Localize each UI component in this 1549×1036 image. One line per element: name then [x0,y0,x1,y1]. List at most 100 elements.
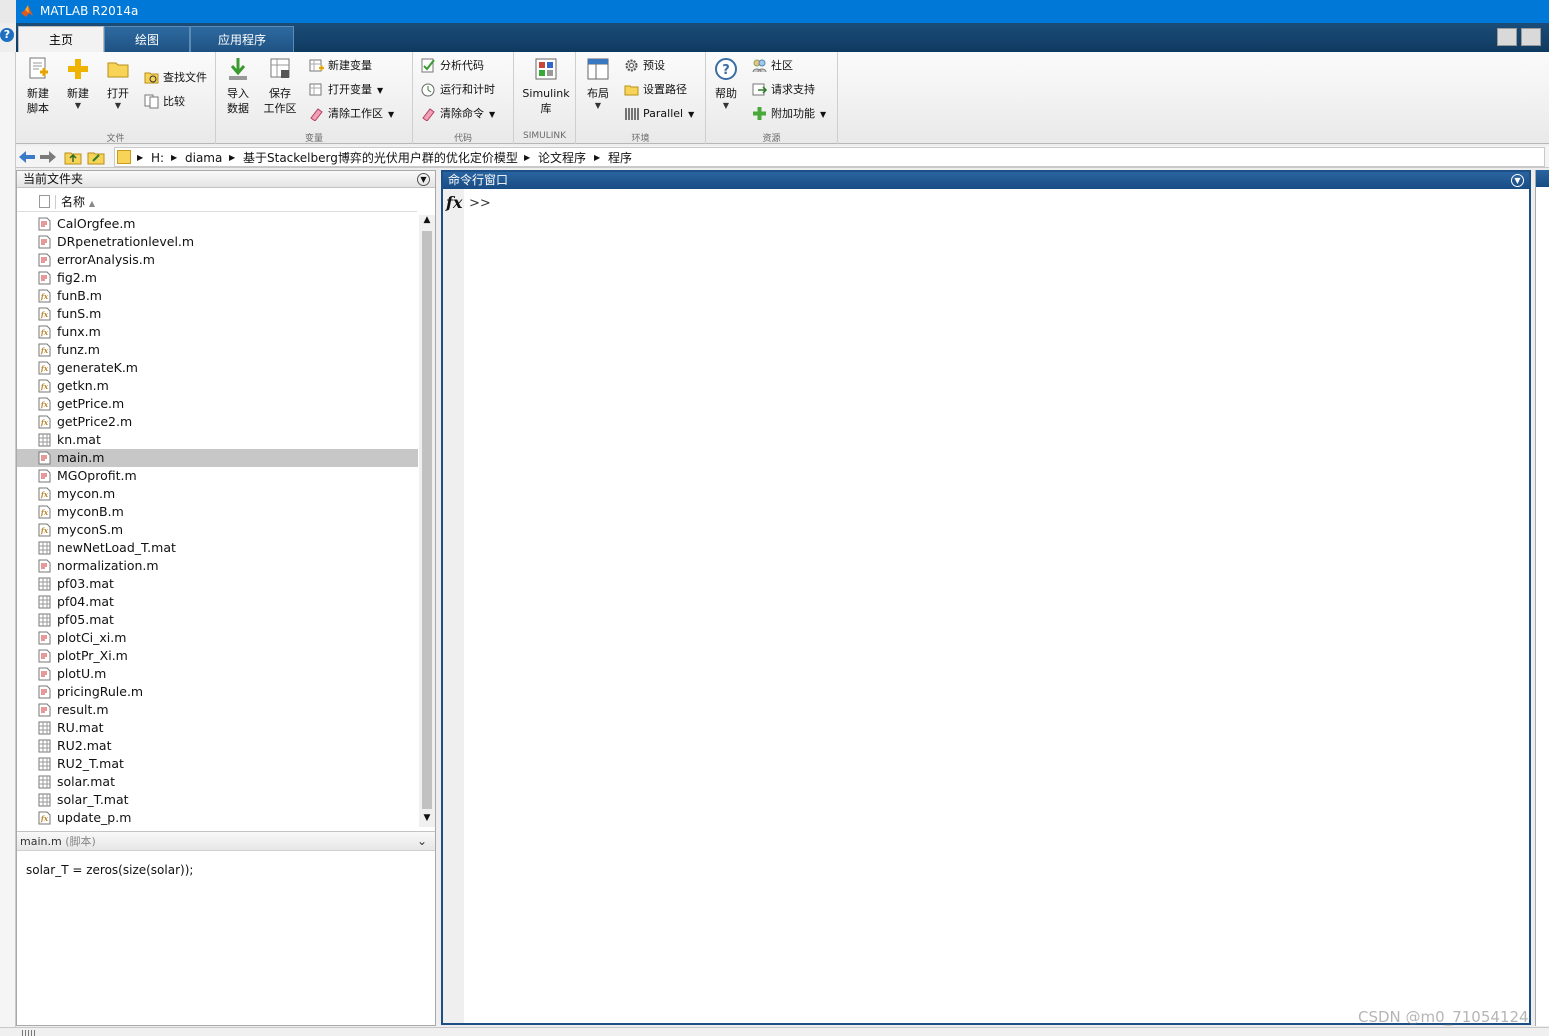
file-row[interactable]: fx funz.m [17,341,418,359]
up-folder-icon[interactable] [64,149,82,165]
file-row[interactable]: pf05.mat [17,611,418,629]
file-row[interactable]: main.m [17,449,418,467]
layout-button[interactable]: 布局 ▼ [580,56,616,111]
clear-workspace-button[interactable]: 清除工作区 ▼ [309,104,394,124]
file-row[interactable]: newNetLoad_T.mat [17,539,418,557]
browse-folder-icon[interactable] [87,149,105,165]
file-row[interactable]: errorAnalysis.m [17,251,418,269]
file-row[interactable]: pf04.mat [17,593,418,611]
current-folder-path[interactable]: ▶ H: ▶ diama ▶ 基于Stackelberg博弈的光伏用户群的优化定… [114,147,1545,167]
file-row[interactable]: RU.mat [17,719,418,737]
file-row[interactable]: normalization.m [17,557,418,575]
file-row[interactable]: solar_T.mat [17,791,418,809]
file-row[interactable]: plotU.m [17,665,418,683]
file-row[interactable]: fx funB.m [17,287,418,305]
clear-commands-button[interactable]: 清除命令 ▼ [421,104,495,124]
add-ons-dropdown-icon[interactable]: ▼ [820,110,826,119]
import-data-button[interactable]: 导入 数据 [220,56,256,116]
file-row[interactable]: fx mycon.m [17,485,418,503]
scrollbar-thumb[interactable] [422,231,432,809]
file-row[interactable]: fx generateK.m [17,359,418,377]
analyze-code-button[interactable]: 分析代码 [421,56,484,76]
file-row[interactable]: CalOrgfee.m [17,215,418,233]
request-support-button[interactable]: 请求支持 [752,80,815,100]
tab-home[interactable]: 主页 [18,26,104,52]
minimize-ribbon-icon[interactable] [1497,28,1517,46]
new-dropdown-arrow-icon[interactable]: ▼ [60,101,96,111]
file-row[interactable]: fx myconS.m [17,521,418,539]
open-variable-dropdown-icon[interactable]: ▼ [377,86,383,95]
open-dropdown-arrow-icon[interactable]: ▼ [100,101,136,111]
breadcrumb-project[interactable]: 基于Stackelberg博弈的光伏用户群的优化定价模型 [243,150,518,166]
file-name: solar.mat [57,774,115,789]
breadcrumb-thesis-programs[interactable]: 论文程序 [538,150,586,166]
breadcrumb-separator-icon[interactable]: ▶ [171,150,177,166]
file-row[interactable]: fx funS.m [17,305,418,323]
simulink-library-button[interactable]: Simulink 库 [520,56,572,116]
new-button[interactable]: 新建 ▼ [60,56,96,111]
breadcrumb-separator-icon[interactable]: ▶ [137,150,143,166]
command-window-actions-icon[interactable]: ▼ [1511,174,1524,187]
tab-apps[interactable]: 应用程序 [190,26,294,52]
set-path-button[interactable]: 设置路径 [624,80,687,100]
command-prompt[interactable]: >> [469,196,491,211]
save-workspace-button[interactable]: 保存 工作区 [262,56,298,116]
file-row[interactable]: fx funx.m [17,323,418,341]
file-row[interactable]: result.m [17,701,418,719]
open-button[interactable]: 打开 ▼ [100,56,136,111]
breadcrumb-separator-icon[interactable]: ▶ [229,150,235,166]
file-row[interactable]: RU2_T.mat [17,755,418,773]
add-ons-button[interactable]: 附加功能 ▼ [752,104,826,124]
file-row[interactable]: fx getPrice2.m [17,413,418,431]
run-and-time-button[interactable]: 运行和计时 [421,80,495,100]
file-row[interactable]: RU2.mat [17,737,418,755]
file-row[interactable]: kn.mat [17,431,418,449]
details-collapse-chevron-icon[interactable]: ⌄ [417,832,427,851]
new-variable-button[interactable]: 新建变量 [309,56,372,76]
scroll-up-arrow-icon[interactable]: ▲ [419,215,435,229]
file-row[interactable]: fig2.m [17,269,418,287]
layout-dropdown-arrow-icon[interactable]: ▼ [580,101,616,111]
back-arrow-icon[interactable] [18,149,36,165]
help-dropdown-arrow-icon[interactable]: ▼ [708,101,744,111]
dock-icon[interactable] [1521,28,1541,46]
open-variable-button[interactable]: 打开变量 ▼ [309,80,383,100]
command-window[interactable]: 命令行窗口 ▼ fx >> [441,170,1531,1025]
details-header[interactable]: main.m (脚本) ⌄ [17,831,435,851]
breadcrumb-diama[interactable]: diama [185,150,222,166]
file-row[interactable]: fx update_p.m [17,809,418,827]
file-row[interactable]: plotPr_Xi.m [17,647,418,665]
file-row[interactable]: MGOprofit.m [17,467,418,485]
compare-button[interactable]: 比较 [144,92,185,112]
panel-actions-icon[interactable]: ▼ [417,173,430,186]
file-row[interactable]: fx myconB.m [17,503,418,521]
file-row[interactable]: solar.mat [17,773,418,791]
file-list-scrollbar[interactable]: ▲ ▼ [419,215,435,827]
clear-workspace-dropdown-icon[interactable]: ▼ [388,110,394,119]
help-question-icon[interactable]: ? [0,28,14,42]
breadcrumb-drive[interactable]: H: [151,150,164,166]
parallel-dropdown-icon[interactable]: ▼ [688,110,694,119]
new-script-button[interactable]: 新建 脚本 [20,56,56,116]
breadcrumb-separator-icon[interactable]: ▶ [594,150,600,166]
file-row[interactable]: fx getkn.m [17,377,418,395]
find-files-button[interactable]: 查找文件 [144,68,207,88]
file-row[interactable]: DRpenetrationlevel.m [17,233,418,251]
community-button[interactable]: 社区 [752,56,793,76]
scroll-down-arrow-icon[interactable]: ▼ [419,813,435,827]
file-row[interactable]: pricingRule.m [17,683,418,701]
preferences-button[interactable]: 预设 [624,56,665,76]
parallel-button[interactable]: Parallel ▼ [624,104,694,124]
file-row[interactable]: fx getPrice.m [17,395,418,413]
file-row[interactable]: pf03.mat [17,575,418,593]
function-browser-fx-icon[interactable]: fx [446,193,462,212]
forward-arrow-icon[interactable] [39,149,57,165]
file-row[interactable]: plotCi_xi.m [17,629,418,647]
new-label: 新建 [67,87,89,100]
clear-commands-dropdown-icon[interactable]: ▼ [489,110,495,119]
breadcrumb-programs[interactable]: 程序 [608,150,632,166]
name-column-header[interactable]: 名称 ▲ [61,192,95,214]
tab-plots[interactable]: 绘图 [104,26,190,52]
breadcrumb-separator-icon[interactable]: ▶ [524,150,530,166]
help-button[interactable]: ? 帮助 ▼ [708,56,744,111]
